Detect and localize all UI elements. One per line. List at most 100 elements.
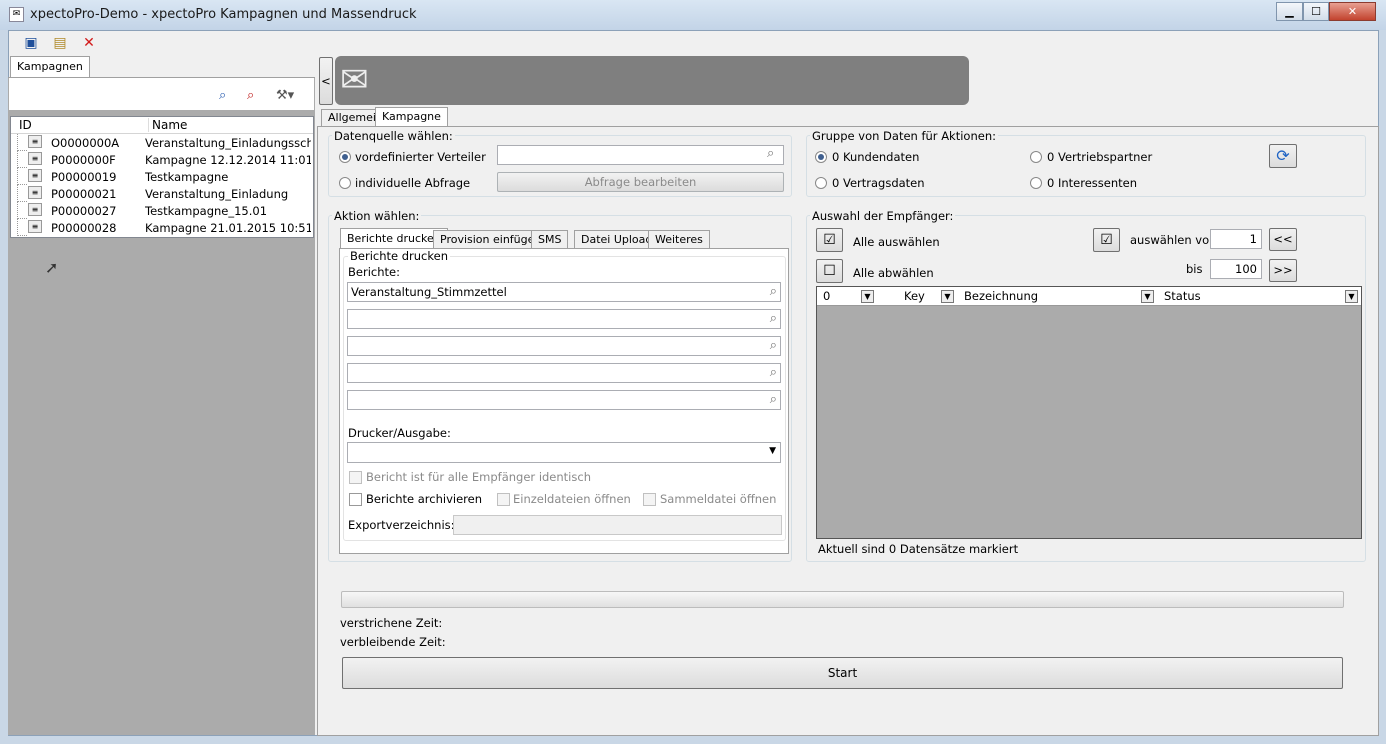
- tab-kampagne[interactable]: Kampagne: [375, 107, 448, 127]
- list-item[interactable]: ≡ P00000028 Kampagne 21.01.2015 10:51:42..…: [11, 219, 313, 236]
- list-item[interactable]: ≡ P00000027 Testkampagne_15.01: [11, 202, 313, 219]
- grid-header: 0 ▼ Key ▼ Bezeichnung ▼ Status ▼: [817, 287, 1361, 306]
- close-button[interactable]: ✕: [1329, 2, 1376, 21]
- document-icon: ≡: [28, 203, 42, 216]
- chk-identisch-label: Bericht ist für alle Empfänger identisch: [366, 470, 591, 484]
- chk-einzeldateien-label: Einzeldateien öffnen: [513, 492, 631, 506]
- tree-line: [17, 134, 27, 151]
- list-header: ID Name: [11, 117, 313, 134]
- col-name[interactable]: Name: [148, 118, 187, 132]
- bericht-input[interactable]: ⌕: [347, 363, 781, 383]
- alle-auswaehlen-button[interactable]: ☑: [816, 228, 843, 252]
- search-icon[interactable]: ⌕: [770, 364, 777, 382]
- bis-input[interactable]: 100: [1210, 259, 1262, 279]
- row-name: Testkampagne_15.01: [145, 204, 268, 218]
- tree-line: [17, 151, 27, 168]
- export-label: Exportverzeichnis:: [348, 518, 455, 532]
- chk-archivieren[interactable]: [349, 493, 362, 506]
- row-id: O0000000A: [51, 136, 120, 150]
- verteiler-search-icon[interactable]: ⌕: [767, 145, 774, 163]
- tree-line: [17, 202, 27, 219]
- document-icon: ≡: [28, 220, 42, 233]
- tab-berichte-drucken[interactable]: Berichte drucken: [340, 228, 448, 249]
- col-bezeichnung[interactable]: Bezeichnung: [964, 289, 1038, 303]
- notes-icon[interactable]: ▤: [51, 34, 69, 52]
- export-input[interactable]: [453, 515, 782, 535]
- radio-verteiler[interactable]: [339, 151, 351, 163]
- bericht-input[interactable]: ⌕: [347, 336, 781, 356]
- list-item[interactable]: ≡ P0000000F Kampagne 12.12.2014 11:01:48..…: [11, 151, 313, 168]
- filter-dropdown-icon[interactable]: ▼: [1141, 290, 1154, 303]
- col-id[interactable]: ID: [19, 118, 32, 132]
- col-status[interactable]: Status: [1164, 289, 1201, 303]
- berichte-label: Berichte:: [348, 265, 400, 279]
- recipients-grid: 0 ▼ Key ▼ Bezeichnung ▼ Status ▼: [816, 286, 1362, 539]
- collapse-button[interactable]: <: [319, 57, 333, 105]
- selection-status: Aktuell sind 0 Datensätze markiert: [818, 542, 1019, 556]
- minimize-button[interactable]: ▁: [1276, 2, 1303, 21]
- app-icon: ✉: [9, 7, 24, 22]
- search-icon[interactable]: ⌕: [219, 87, 226, 105]
- row-name: Veranstaltung_Einladung: [145, 187, 289, 201]
- alle-abwaehlen-label: Alle abwählen: [853, 266, 934, 280]
- tab-datei-upload[interactable]: Datei Upload: [574, 230, 660, 249]
- next-button[interactable]: >>: [1269, 259, 1297, 282]
- list-item[interactable]: ≡ P00000019 Testkampagne: [11, 168, 313, 185]
- header-banner: [335, 56, 969, 105]
- row-id: P00000021: [51, 187, 117, 201]
- checked-box-icon: ☑: [823, 232, 836, 248]
- row-id: P00000028: [51, 221, 117, 235]
- drucker-select[interactable]: ▼: [347, 442, 781, 463]
- search-icon[interactable]: ⌕: [770, 310, 777, 328]
- col-checked[interactable]: 0: [823, 289, 830, 303]
- tab-weiteres[interactable]: Weiteres: [648, 230, 710, 249]
- refresh-button[interactable]: ⟳: [1269, 144, 1297, 168]
- von-input[interactable]: 1: [1210, 229, 1262, 249]
- envelope-icon: ✉: [340, 60, 369, 100]
- radio-vertriebspartner-label: 0 Vertriebspartner: [1047, 150, 1153, 164]
- chk-sammeldatei[interactable]: [643, 493, 656, 506]
- filter-dropdown-icon[interactable]: ▼: [861, 290, 874, 303]
- alle-abwaehlen-button[interactable]: ☐: [816, 259, 843, 283]
- radio-interessenten-label: 0 Interessenten: [1047, 176, 1138, 190]
- radio-abfrage[interactable]: [339, 177, 351, 189]
- maximize-button[interactable]: ☐: [1303, 2, 1329, 21]
- progress-bar: [341, 591, 1344, 608]
- search-icon[interactable]: ⌕: [770, 391, 777, 409]
- abfrage-bearbeiten-button[interactable]: Abfrage bearbeiten: [497, 172, 784, 192]
- empty-box-icon: ☐: [823, 263, 836, 279]
- radio-interessenten[interactable]: [1030, 177, 1042, 189]
- chk-identisch[interactable]: [349, 471, 362, 484]
- red-x-icon[interactable]: ✕: [80, 34, 98, 52]
- aktion-label: Aktion wählen:: [332, 209, 422, 223]
- document-icon: ≡: [28, 152, 42, 165]
- filter-dropdown-icon[interactable]: ▼: [941, 290, 954, 303]
- radio-abfrage-label: individuelle Abfrage: [355, 176, 471, 190]
- chk-einzeldateien[interactable]: [497, 493, 510, 506]
- bericht-input[interactable]: ⌕: [347, 309, 781, 329]
- list-item[interactable]: ≡ P00000021 Veranstaltung_Einladung: [11, 185, 313, 202]
- row-name: Kampagne 12.12.2014 11:01:48...: [145, 153, 311, 167]
- row-name: Veranstaltung_Einladungsschrei...: [145, 136, 311, 150]
- clear-search-icon[interactable]: ⌕: [247, 87, 254, 105]
- start-button[interactable]: Start: [342, 657, 1343, 689]
- tab-kampagnen[interactable]: Kampagnen: [10, 56, 90, 78]
- prev-button[interactable]: <<: [1269, 228, 1297, 251]
- search-icon[interactable]: ⌕: [770, 283, 777, 301]
- bericht-input[interactable]: ⌕: [347, 390, 781, 410]
- filter-dropdown-icon[interactable]: ▼: [1345, 290, 1358, 303]
- list-item[interactable]: ≡ O0000000A Veranstaltung_Einladungsschrei…: [11, 134, 313, 151]
- bericht-input[interactable]: Veranstaltung_Stimmzettel ⌕: [347, 282, 781, 302]
- tools-icon[interactable]: ⚒▾: [276, 87, 294, 105]
- floppy-icon[interactable]: ▣: [22, 34, 40, 52]
- verteiler-input[interactable]: [497, 145, 784, 165]
- auswaehlen-von-button[interactable]: ☑: [1093, 228, 1120, 252]
- search-icon[interactable]: ⌕: [770, 337, 777, 355]
- tab-sms[interactable]: SMS: [531, 230, 569, 249]
- window-title: xpectoPro-Demo - xpectoPro Kampagnen und…: [30, 7, 417, 22]
- radio-vertriebspartner[interactable]: [1030, 151, 1042, 163]
- alle-auswaehlen-label: Alle auswählen: [853, 235, 940, 249]
- radio-kundendaten[interactable]: [815, 151, 827, 163]
- radio-vertragsdaten[interactable]: [815, 177, 827, 189]
- col-key[interactable]: Key: [904, 289, 925, 303]
